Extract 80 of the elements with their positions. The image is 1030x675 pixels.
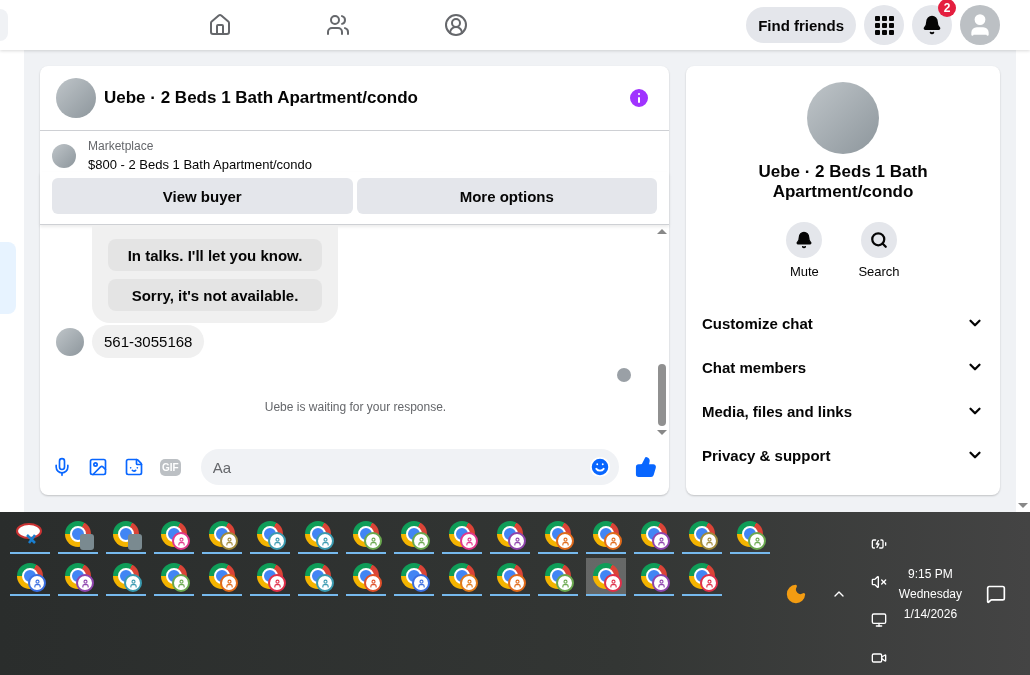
photo-placeholder	[52, 143, 76, 168]
quick-action-label: Search	[858, 264, 900, 279]
action-button[interactable]: More options	[356, 178, 657, 214]
seen-avatar	[617, 368, 631, 382]
status-text: Uebe is waiting for your response.	[264, 400, 447, 414]
quick-action-label: Mute	[789, 264, 819, 279]
chat-title: Uebe · 2 Beds 1 Bath Apartment/condo	[104, 88, 419, 108]
avatar-placeholder	[56, 327, 84, 356]
details-title: Uebe · 2 Beds 1 Bath Apartment/condo	[757, 162, 929, 202]
find-friends-button[interactable]: Find friends	[746, 7, 856, 43]
listing-title: $800 - 2 Beds 1 Bath Apartment/condo	[88, 157, 313, 172]
page-scrollbar[interactable]	[1016, 50, 1030, 512]
section-label: Chat members	[702, 358, 807, 376]
quick-reply-button[interactable]: Sorry, it's not available.	[108, 279, 322, 311]
browser-icon[interactable]	[305, 563, 331, 589]
browser-icon[interactable]	[305, 521, 331, 547]
browser-icon[interactable]	[65, 563, 91, 589]
bell-icon[interactable]	[922, 15, 942, 35]
network-icon[interactable]	[870, 611, 887, 628]
groups-icon[interactable]	[444, 13, 468, 37]
section-header[interactable]: Privacy & support	[686, 433, 1000, 477]
browser-icon[interactable]	[353, 521, 379, 547]
browser-icon[interactable]	[401, 521, 427, 547]
info-icon[interactable]	[627, 86, 651, 110]
browser-icon[interactable]	[641, 563, 667, 589]
browser-icon[interactable]	[497, 563, 523, 589]
browser-icon[interactable]	[545, 521, 571, 547]
browser-icon[interactable]	[257, 563, 283, 589]
browser-icon[interactable]	[209, 521, 235, 547]
browser-icon[interactable]	[401, 563, 427, 589]
section-header[interactable]: Customize chat	[686, 301, 1000, 345]
friends-icon[interactable]	[326, 13, 350, 37]
browser-icon[interactable]	[65, 521, 91, 547]
section-header[interactable]: Chat members	[686, 345, 1000, 389]
section-label: Media, files and links	[702, 402, 853, 420]
browser-icon[interactable]	[161, 563, 187, 589]
search-icon[interactable]	[870, 231, 888, 249]
section-label: Privacy & support	[702, 446, 831, 464]
volume-muted-icon[interactable]	[870, 573, 887, 590]
home-icon[interactable]	[208, 13, 232, 37]
quick-action-button[interactable]	[861, 222, 897, 258]
notification-count: 2	[938, 0, 956, 17]
browser-icon[interactable]	[449, 521, 475, 547]
browser-icon[interactable]	[689, 563, 715, 589]
photo-placeholder	[56, 78, 96, 118]
clock-date[interactable]: 1/14/2026	[903, 606, 958, 621]
emoji-icon[interactable]	[589, 456, 611, 478]
browser-icon[interactable]	[353, 563, 379, 589]
browser-icon[interactable]	[161, 521, 187, 547]
browser-icon[interactable]	[17, 563, 43, 589]
microphone-icon[interactable]	[52, 457, 72, 477]
clock-day[interactable]: Wednesday	[898, 586, 962, 601]
notifications-button[interactable]	[912, 5, 952, 45]
browser-icon[interactable]	[209, 563, 235, 589]
browser-icon[interactable]	[113, 521, 139, 547]
sticker-icon[interactable]	[124, 457, 144, 477]
notification-icon[interactable]	[986, 583, 1006, 604]
thumbs-up-icon[interactable]	[635, 456, 657, 478]
browser-icon[interactable]	[257, 521, 283, 547]
message-field[interactable]: Aa	[200, 449, 619, 485]
section-label: Customize chat	[702, 314, 813, 332]
image-icon[interactable]	[88, 457, 108, 477]
browser-icon[interactable]	[593, 521, 619, 547]
menu-button[interactable]	[864, 5, 904, 45]
bell-icon[interactable]	[795, 231, 814, 249]
browser-icon[interactable]	[545, 563, 571, 589]
action-button[interactable]: View buyer	[52, 178, 353, 214]
listing-source: Marketplace	[88, 139, 155, 153]
moon-icon[interactable]	[784, 582, 807, 605]
browser-icon[interactable]	[449, 563, 475, 589]
browser-icon[interactable]	[689, 521, 715, 547]
clock-time[interactable]: 9:15 PM	[908, 566, 953, 581]
browser-icon[interactable]	[737, 521, 763, 547]
browser-icon[interactable]	[497, 521, 523, 547]
browser-icon[interactable]	[641, 521, 667, 547]
quick-action-button[interactable]	[786, 222, 823, 258]
browser-icon[interactable]	[113, 563, 139, 589]
quick-reply-button[interactable]: In talks. I'll let you know.	[108, 239, 322, 271]
message-bubble: 561-3055168	[92, 325, 205, 358]
section-header[interactable]: Media, files and links	[686, 389, 1000, 433]
